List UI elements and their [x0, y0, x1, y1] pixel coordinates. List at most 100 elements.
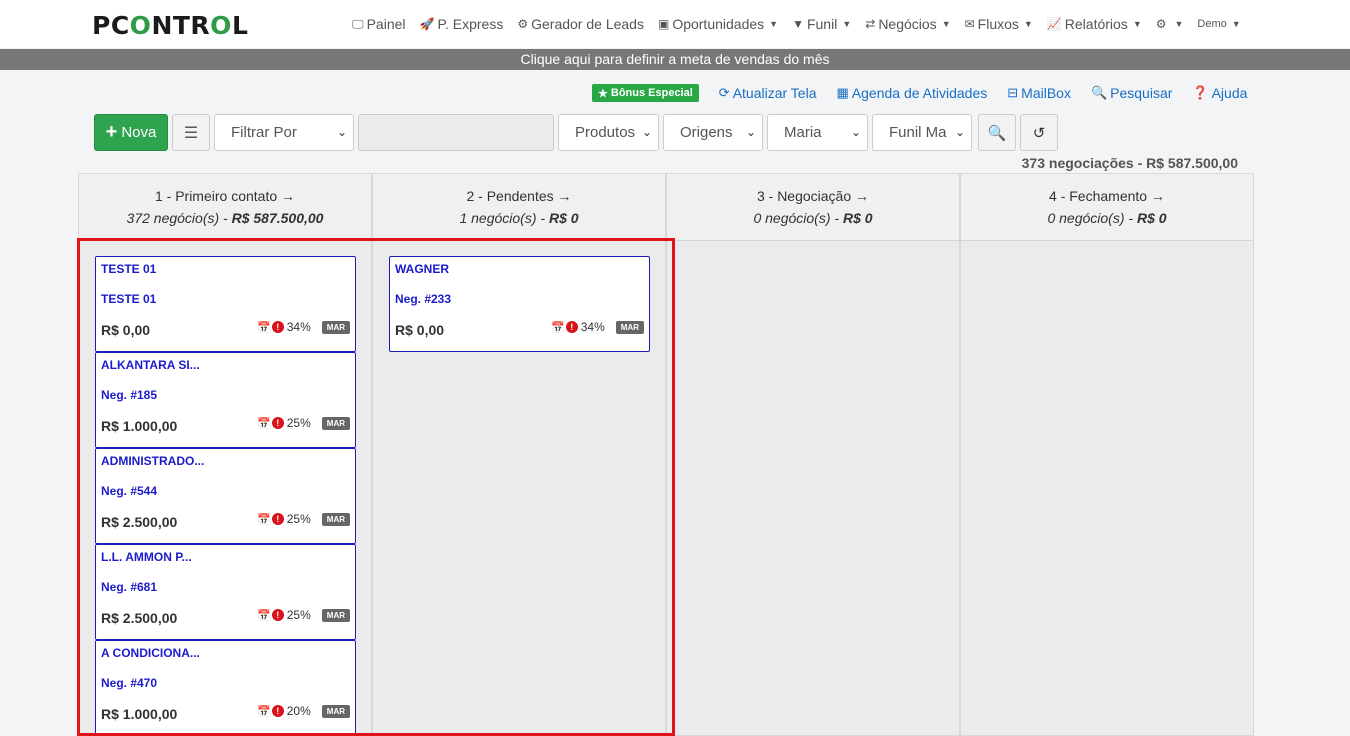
chevron-down-icon: ⌄ — [954, 125, 965, 139]
nav-fluxos[interactable]: ✉ Fluxos ▼ — [965, 16, 1033, 32]
deal-value: R$ 0,00 — [101, 322, 151, 338]
refresh-link[interactable]: ⟳ Atualizar Tela — [719, 85, 817, 101]
alert-icon: ! — [271, 705, 284, 717]
agenda-link[interactable]: ▦ Agenda de Atividades — [837, 85, 988, 101]
deal-name: A CONDICIONA... — [101, 646, 200, 660]
nav-relatorios[interactable]: 📈 Relatórios ▼ — [1047, 16, 1142, 32]
deal-value: R$ 2.500,00 — [101, 610, 178, 626]
deal-name: ALKANTARA SI... — [101, 358, 200, 372]
deal-probability: 34% — [286, 320, 311, 334]
deal-card[interactable]: TESTE 01 TESTE 01 R$ 0,00 📅! 34% MAR — [95, 256, 356, 352]
bonus-badge[interactable]: ★ Bônus Especial — [592, 84, 699, 102]
stage-column: 1 - Primeiro contato → 372 negócio(s) - … — [78, 173, 372, 736]
filter-value-input[interactable] — [358, 114, 554, 151]
gear-icon: ⚙ — [1155, 17, 1167, 31]
nav-gerador-de-leads[interactable]: ⚙ Gerador de Leads — [517, 16, 644, 32]
reset-button[interactable]: ↺ — [1020, 114, 1058, 151]
deal-meta: 📅! 34% MAR — [257, 320, 350, 334]
stage-column: 2 - Pendentes → 1 negócio(s) - R$ 0 WAGN… — [372, 173, 666, 736]
deal-ref: Neg. #470 — [101, 676, 158, 690]
deal-card[interactable]: ADMINISTRADO... Neg. #544 R$ 2.500,00 📅!… — [95, 448, 356, 544]
filter-by-select[interactable]: Filtrar Por ⌄ — [214, 114, 354, 151]
stage-title: 2 - Pendentes → — [466, 188, 572, 204]
deal-meta: 📅! 20% MAR — [257, 704, 350, 718]
funnel-select[interactable]: Funil Ma ⌄ — [872, 114, 972, 151]
caret-down-icon: ▼ — [1132, 19, 1142, 29]
deal-probability: 25% — [286, 608, 311, 622]
undo-icon: ↺ — [1032, 124, 1046, 142]
deal-probability: 25% — [286, 512, 311, 526]
deal-card[interactable]: WAGNER Neg. #233 R$ 0,00 📅! 34% MAR — [389, 256, 650, 352]
deal-card[interactable]: A CONDICIONA... Neg. #470 R$ 1.000,00 📅!… — [95, 640, 356, 736]
stage-column: 3 - Negociação → 0 negócio(s) - R$ 0 — [666, 173, 960, 736]
search-button[interactable]: 🔍 — [978, 114, 1016, 151]
new-deal-button[interactable]: + Nova — [94, 114, 168, 151]
deal-card[interactable]: L.L. AMMON P... Neg. #681 R$ 2.500,00 📅!… — [95, 544, 356, 640]
stage-header: 1 - Primeiro contato → 372 negócio(s) - … — [79, 174, 371, 241]
caret-down-icon: ▼ — [1231, 19, 1241, 29]
calendar-icon: 📅 — [257, 705, 271, 718]
search-link[interactable]: 🔍 Pesquisar — [1091, 85, 1172, 101]
help-link[interactable]: ❓ Ajuda — [1192, 85, 1247, 101]
calendar-icon: 📅 — [257, 513, 271, 526]
caret-down-icon: ▼ — [1174, 19, 1184, 29]
monitor-icon: 🖵 — [352, 16, 364, 31]
nav-user-demo[interactable]: Demo ▼ — [1197, 18, 1240, 30]
deal-meta: 📅! 34% MAR — [551, 320, 644, 334]
alert-icon: ! — [565, 321, 578, 333]
stage-count: 0 negócio(s) - R$ 0 — [753, 210, 873, 226]
plus-icon: + — [105, 121, 118, 143]
alert-icon: ! — [271, 417, 284, 429]
envelope-icon: ✉ — [964, 17, 975, 31]
month-tag: MAR — [321, 320, 350, 334]
stage-header: 2 - Pendentes → 1 negócio(s) - R$ 0 — [373, 174, 665, 241]
alert-icon: ! — [271, 513, 284, 525]
pcontrol-logo[interactable]: PCONTROL — [92, 11, 248, 40]
refresh-icon: ⟳ — [718, 85, 730, 100]
deal-value: R$ 1.000,00 — [101, 418, 178, 434]
question-circle-icon: ❓ — [1192, 85, 1209, 100]
caret-down-icon: ▼ — [842, 19, 852, 29]
handshake-icon: ⇄ — [865, 17, 876, 31]
mailbox-link[interactable]: ⊟ MailBox — [1007, 85, 1071, 101]
deal-name: TESTE 01 — [101, 262, 157, 276]
deal-value: R$ 1.000,00 — [101, 706, 178, 722]
stage-header: 4 - Fechamento → 0 negócio(s) - R$ 0 — [961, 174, 1253, 241]
stage-count: 1 negócio(s) - R$ 0 — [459, 210, 579, 226]
deal-name: WAGNER — [395, 262, 449, 276]
menu-toggle-button[interactable]: ☰ — [172, 114, 210, 151]
deal-ref: Neg. #681 — [101, 580, 158, 594]
deal-meta: 📅! 25% MAR — [257, 512, 350, 526]
deal-ref: TESTE 01 — [101, 292, 157, 306]
nav-p-express[interactable]: 🚀 P. Express — [420, 16, 504, 32]
stage-count: 372 negócio(s) - R$ 587.500,00 — [126, 210, 324, 226]
user-select[interactable]: Maria ⌄ — [767, 114, 868, 151]
top-navbar: PCONTROL 🖵 Painel 🚀 P. Express ⚙ Gerador de… — [0, 0, 1350, 48]
filter-icon: ▼ — [792, 17, 804, 31]
nav-negocios[interactable]: ⇄ Negócios ▼ — [865, 16, 950, 32]
products-select[interactable]: Produtos ⌄ — [558, 114, 659, 151]
stage-header: 3 - Negociação → 0 negócio(s) - R$ 0 — [667, 174, 959, 241]
kanban-board: 1 - Primeiro contato → 372 negócio(s) - … — [78, 173, 1254, 736]
stage-title: 1 - Primeiro contato → — [154, 188, 296, 204]
alert-icon: ! — [271, 321, 284, 333]
month-tag: MAR — [321, 608, 350, 622]
deal-value: R$ 0,00 — [395, 322, 445, 338]
nav-settings[interactable]: ⚙ ▼ — [1156, 17, 1184, 31]
calendar-icon: ▦ — [836, 85, 849, 100]
calendar-icon: 📅 — [551, 321, 565, 334]
origins-select[interactable]: Origens ⌄ — [663, 114, 763, 151]
main-nav: 🖵 Painel 🚀 P. Express ⚙ Gerador de Leads ▣ O… — [352, 16, 1255, 32]
contact-card-icon: ▣ — [657, 17, 670, 31]
deal-card[interactable]: ALKANTARA SI... Neg. #185 R$ 1.000,00 📅!… — [95, 352, 356, 448]
hamburger-icon: ☰ — [183, 124, 199, 142]
deal-value: R$ 2.500,00 — [101, 514, 178, 530]
alert-icon: ! — [271, 609, 284, 621]
caret-down-icon: ▼ — [1023, 19, 1033, 29]
nav-funil[interactable]: ▼ Funil ▼ — [792, 16, 851, 32]
nav-oportunidades[interactable]: ▣ Oportunidades ▼ — [658, 16, 778, 32]
calendar-icon: 📅 — [257, 321, 271, 334]
inbox-icon: ⊟ — [1007, 85, 1019, 100]
nav-painel[interactable]: 🖵 Painel — [352, 16, 406, 32]
sales-goal-banner[interactable]: Clique aqui para definir a meta de venda… — [0, 49, 1350, 70]
